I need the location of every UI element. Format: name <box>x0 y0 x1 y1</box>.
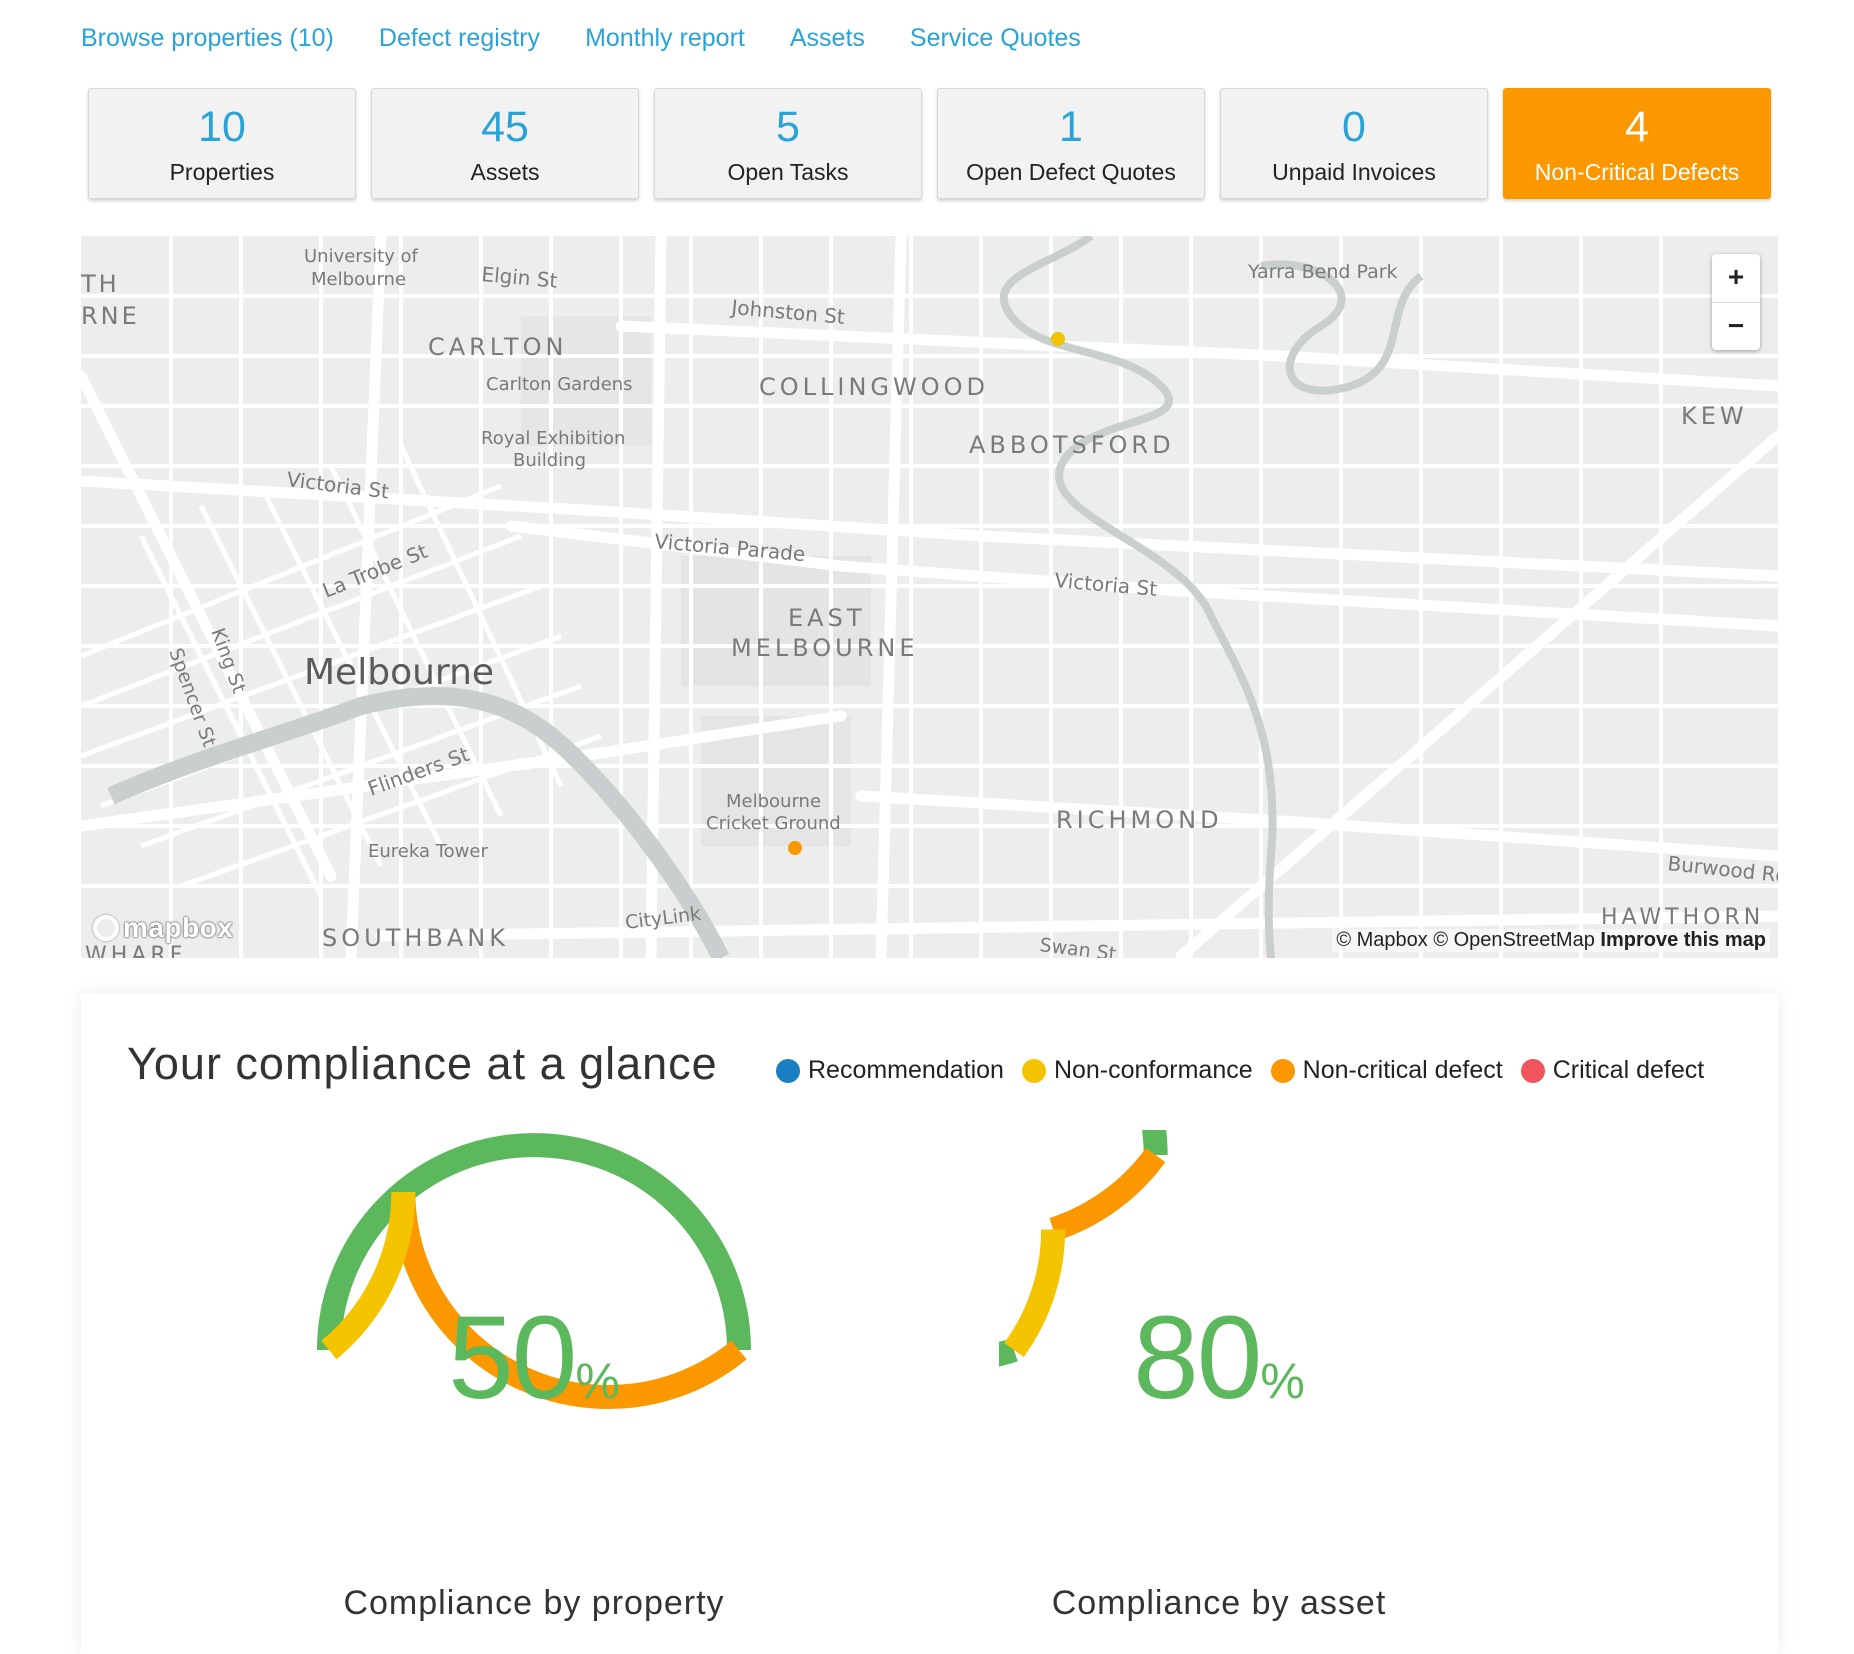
map-label: Melbourne <box>311 269 406 290</box>
map-label: Cricket Ground <box>706 813 841 834</box>
map-label: Building <box>513 450 586 471</box>
map-label: KEW <box>1681 402 1748 430</box>
compliance-panel: Your compliance at a glance Recommendati… <box>81 994 1778 1654</box>
map-label: Melbourne <box>304 652 494 693</box>
stat-label: Unpaid Invoices <box>1272 159 1436 185</box>
map-label: EAST <box>788 604 865 632</box>
gauge-unit: % <box>575 1353 620 1409</box>
nav-browse-properties[interactable]: Browse properties (10) <box>81 24 334 53</box>
asset-compliance-gauge[interactable]: 80% <box>999 1130 1439 1570</box>
stat-label: Assets <box>470 159 540 185</box>
stat-value: 5 <box>776 103 800 151</box>
zoom-controls: + − <box>1712 254 1760 350</box>
top-nav: Browse properties (10) Defect registry M… <box>81 20 1126 56</box>
legend-item-critical-defect: Critical defect <box>1520 1056 1705 1085</box>
stat-card-assets[interactable]: 45 Assets <box>371 88 639 199</box>
zoom-in-button[interactable]: + <box>1712 254 1760 302</box>
stat-value: 1 <box>1059 103 1083 151</box>
stat-value: 45 <box>481 103 529 151</box>
legend-label: Critical defect <box>1552 1056 1705 1084</box>
legend-label: Non-conformance <box>1053 1056 1253 1084</box>
non-critical-defect-marker[interactable] <box>788 841 802 855</box>
gauge-label: Compliance by property <box>343 1584 725 1622</box>
stat-value: 10 <box>198 103 246 151</box>
map-label: ABBOTSFORD <box>969 431 1175 459</box>
stat-card-properties[interactable]: 10 Properties <box>88 88 356 199</box>
legend-item-non-conformance: Non-conformance <box>1021 1056 1253 1085</box>
legend-item-recommendation: Recommendation <box>776 1056 1004 1085</box>
legend-dot-icon <box>1520 1058 1545 1083</box>
map-label: WHARF <box>85 943 186 958</box>
stat-label: Properties <box>169 159 275 185</box>
mapbox-logo[interactable]: mapbox <box>93 912 233 944</box>
map-label: MELBOURNE <box>731 634 919 662</box>
gauge-value: 80 <box>1133 1292 1262 1424</box>
map-canvas: TH RNE University of Melbourne Elgin St … <box>81 236 1778 958</box>
map-label: RICHMOND <box>1056 806 1223 834</box>
map-label: Yarra Bend Park <box>1247 261 1398 283</box>
legend-dot-icon <box>776 1058 800 1083</box>
map-label: Carlton Gardens <box>486 374 633 395</box>
legend-label: Non-critical defect <box>1302 1056 1503 1084</box>
map-label: CARLTON <box>428 333 567 361</box>
legend-dot-icon <box>1021 1058 1046 1083</box>
map-label: Melbourne <box>726 791 821 812</box>
map-label: COLLINGWOOD <box>759 373 989 401</box>
map-label: Royal Exhibition <box>481 428 625 449</box>
stat-label: Non-Critical Defects <box>1534 159 1740 185</box>
nav-service-quotes[interactable]: Service Quotes <box>910 24 1081 53</box>
stat-label: Open Defect Quotes <box>966 159 1176 185</box>
non-conformance-marker[interactable] <box>1051 332 1065 346</box>
nav-defect-registry[interactable]: Defect registry <box>379 24 540 53</box>
map-attribution: © Mapbox © OpenStreetMap Improve this ma… <box>1332 929 1770 952</box>
map-label: Eureka Tower <box>368 841 488 862</box>
gauge-value: 50 <box>448 1292 577 1424</box>
mapbox-logo-icon <box>93 915 119 941</box>
gauge-percentage: 80% <box>999 1290 1439 1426</box>
mapbox-logo-text: mapbox <box>123 912 234 943</box>
legend-label: Recommendation <box>808 1056 1004 1084</box>
stat-card-non-critical-defects[interactable]: 4 Non-Critical Defects <box>1503 88 1771 199</box>
map-label: RNE <box>81 302 140 330</box>
map-label: HAWTHORN <box>1601 905 1764 930</box>
nav-monthly-report[interactable]: Monthly report <box>585 24 745 53</box>
legend-dot-icon <box>1270 1058 1295 1083</box>
stat-label: Open Tasks <box>727 159 849 185</box>
legend-item-non-critical-defect: Non-critical defect <box>1270 1056 1503 1085</box>
stat-card-unpaid-invoices[interactable]: 0 Unpaid Invoices <box>1220 88 1488 199</box>
zoom-out-button[interactable]: − <box>1712 302 1760 351</box>
gauge-unit: % <box>1260 1353 1305 1409</box>
property-map[interactable]: TH RNE University of Melbourne Elgin St … <box>81 236 1778 958</box>
gauge-segment-non-critical-defect <box>1049 1147 1166 1241</box>
panel-title: Your compliance at a glance <box>127 1038 718 1089</box>
improve-map-link[interactable]: Improve this map <box>1600 929 1766 951</box>
nav-assets[interactable]: Assets <box>790 24 865 53</box>
gauge-percentage: 50% <box>314 1290 754 1426</box>
map-label: SOUTHBANK <box>322 924 509 952</box>
gauge-label: Compliance by asset <box>1051 1584 1387 1622</box>
stat-card-open-tasks[interactable]: 5 Open Tasks <box>654 88 922 199</box>
compliance-legend: Recommendation Non-conformance Non-criti… <box>776 1056 1722 1085</box>
stat-cards: 10 Properties 45 Assets 5 Open Tasks 1 O… <box>88 88 1786 199</box>
attribution-text[interactable]: © Mapbox © OpenStreetMap <box>1336 929 1595 951</box>
map-label: TH <box>81 270 120 298</box>
map-label: University of <box>304 246 419 267</box>
stat-card-open-defect-quotes[interactable]: 1 Open Defect Quotes <box>937 88 1205 199</box>
stat-value: 0 <box>1342 103 1366 151</box>
property-compliance-gauge[interactable]: 50% <box>314 1130 754 1570</box>
stat-value: 4 <box>1625 103 1649 151</box>
